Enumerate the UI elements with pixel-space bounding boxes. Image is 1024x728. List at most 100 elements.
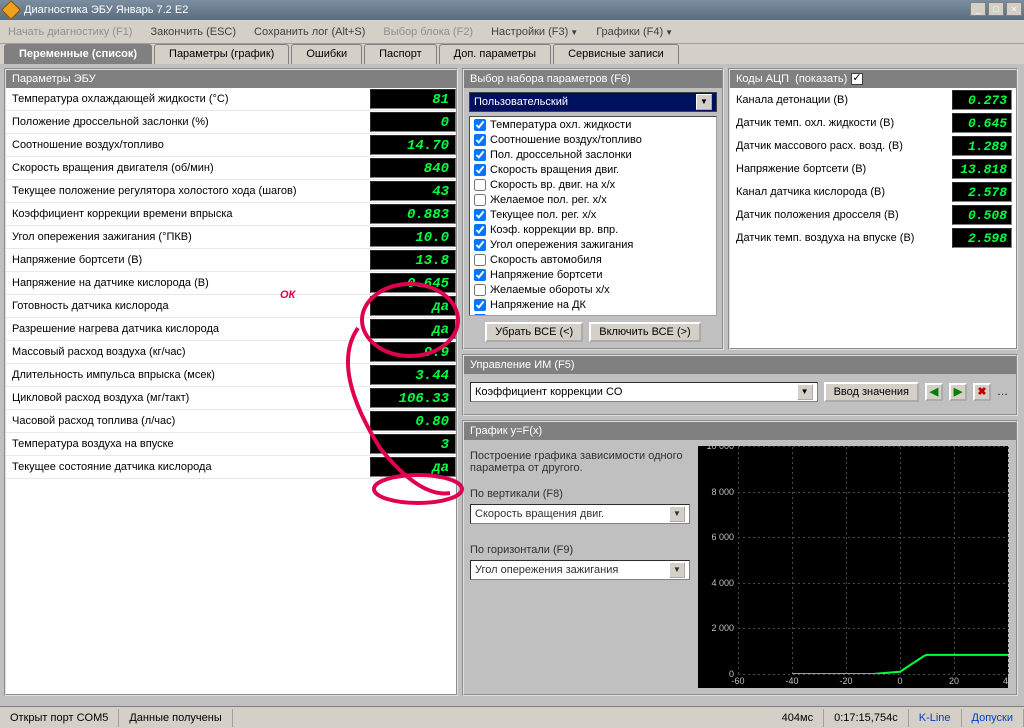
checklist-checkbox[interactable]: [474, 194, 486, 206]
adc-value: 0.508: [952, 205, 1012, 225]
adc-label: Датчик положения дросселя (В): [730, 209, 952, 221]
param-row: Цикловой расход воздуха (мг/такт)106.33: [6, 387, 456, 410]
paramset-combo[interactable]: Пользовательский ▼: [469, 92, 717, 112]
vertical-combo[interactable]: Скорость вращения двиг. ▼: [470, 504, 690, 524]
dropdown-icon[interactable]: ▼: [669, 506, 685, 522]
tab-service[interactable]: Сервисные записи: [553, 44, 679, 64]
param-label: Температура воздуха на впуске: [6, 438, 370, 450]
param-value: 10.0: [370, 227, 456, 247]
param-row: Напряжение на датчике кислорода (В)0.645: [6, 272, 456, 295]
adc-row: Датчик положения дросселя (В)0.508: [730, 203, 1016, 226]
adc-row: Напряжение бортсети (В)13.818: [730, 157, 1016, 180]
param-value: 3: [370, 434, 456, 454]
menu-save[interactable]: Сохранить лог (Alt+S): [254, 26, 365, 38]
checklist-checkbox[interactable]: [474, 179, 486, 191]
checklist-item[interactable]: Коэф. коррекции вр. впр.: [470, 222, 716, 237]
checklist-item[interactable]: Напряжение бортсети: [470, 267, 716, 282]
menu-graphs[interactable]: Графики (F4)▼: [596, 26, 673, 38]
tab-variables[interactable]: Переменные (список): [4, 44, 152, 64]
checklist-label: Желаемые обороты х/х: [490, 284, 610, 296]
dropdown-icon[interactable]: ▼: [797, 384, 813, 400]
menu-block[interactable]: Выбор блока (F2): [383, 26, 473, 38]
next-button[interactable]: ▶: [949, 383, 967, 401]
param-label: Напряжение бортсети (В): [6, 254, 370, 266]
param-label: Скорость вращения двигателя (об/мин): [6, 162, 370, 174]
adc-row: Датчик массового расх. возд. (В)1.289: [730, 134, 1016, 157]
param-value: да: [370, 296, 456, 316]
im-enter-button[interactable]: Ввод значения: [824, 382, 919, 402]
param-value: 13.8: [370, 250, 456, 270]
checklist-item[interactable]: Температура охл. жидкости: [470, 117, 716, 132]
app-icon: [1, 0, 21, 20]
horizontal-combo[interactable]: Угол опережения зажигания ▼: [470, 560, 690, 580]
checklist-checkbox[interactable]: [474, 209, 486, 221]
param-label: Соотношение воздух/топливо: [6, 139, 370, 151]
im-header: Управление ИМ (F5): [464, 356, 1016, 374]
tab-errors[interactable]: Ошибки: [291, 44, 362, 64]
status-kline[interactable]: K-Line: [909, 709, 962, 727]
param-checklist[interactable]: Температура охл. жидкостиСоотношение воз…: [469, 116, 717, 316]
minimize-button[interactable]: _: [970, 2, 986, 16]
adc-show-checkbox[interactable]: [851, 73, 863, 85]
checklist-item[interactable]: Скорость вращения двиг.: [470, 162, 716, 177]
tab-params-graph[interactable]: Параметры (график): [154, 44, 289, 64]
checklist-checkbox[interactable]: [474, 224, 486, 236]
graph-panel: График y=F(x) Построение графика зависим…: [462, 420, 1018, 696]
checklist-checkbox[interactable]: [474, 299, 486, 311]
param-label: Температура охлаждающей жидкости (°C): [6, 93, 370, 105]
checklist-checkbox[interactable]: [474, 239, 486, 251]
menu-start[interactable]: Начать диагностику (F1): [8, 26, 132, 38]
cancel-button[interactable]: ✖: [973, 383, 991, 401]
checklist-checkbox[interactable]: [474, 164, 486, 176]
checklist-item[interactable]: Скорость вр. двиг. на х/х: [470, 177, 716, 192]
clear-all-button[interactable]: Убрать ВСЕ (<): [485, 322, 583, 342]
checklist-item[interactable]: Угол опережения зажигания: [470, 237, 716, 252]
checklist-checkbox[interactable]: [474, 269, 486, 281]
param-label: Положение дроссельной заслонки (%): [6, 116, 370, 128]
menu-settings[interactable]: Настройки (F3)▼: [491, 26, 578, 38]
maximize-button[interactable]: □: [988, 2, 1004, 16]
adc-label: Напряжение бортсети (В): [730, 163, 952, 175]
menu-bar: Начать диагностику (F1) Закончить (ESC) …: [0, 20, 1024, 44]
adc-panel: Коды АЦП (показать) Канала детонации (В)…: [728, 68, 1018, 350]
param-value: 0: [370, 112, 456, 132]
chart-area: 02 0004 0006 0008 00010 000-60-40-200204…: [698, 446, 1008, 688]
tab-extra[interactable]: Доп. параметры: [439, 44, 551, 64]
tab-passport[interactable]: Паспорт: [364, 44, 437, 64]
param-label: Текущее состояние датчика кислорода: [6, 461, 370, 473]
params-panel: Параметры ЭБУ Температура охлаждающей жи…: [4, 68, 458, 696]
checklist-item[interactable]: Текущее пол. рег. х/х: [470, 207, 716, 222]
graph-description: Построение графика зависимости одного па…: [470, 450, 690, 474]
param-value: да: [370, 319, 456, 339]
checklist-checkbox[interactable]: [474, 254, 486, 266]
close-button[interactable]: ×: [1006, 2, 1022, 16]
checklist-checkbox[interactable]: [474, 284, 486, 296]
param-label: Массовый расход воздуха (кг/час): [6, 346, 370, 358]
select-all-button[interactable]: Включить ВСЕ (>): [589, 322, 700, 342]
checklist-item[interactable]: Напряжение на ДК: [470, 297, 716, 312]
checklist-checkbox[interactable]: [474, 149, 486, 161]
checklist-item[interactable]: Соотношение воздух/топливо: [470, 132, 716, 147]
checklist-checkbox[interactable]: [474, 119, 486, 131]
param-row: Коэффициент коррекции времени впрыска0.8…: [6, 203, 456, 226]
param-label: Разрешение нагрева датчика кислорода: [6, 323, 370, 335]
status-dopuski[interactable]: Допуски: [962, 709, 1024, 727]
param-row: Температура охлаждающей жидкости (°C)81: [6, 88, 456, 111]
dropdown-icon[interactable]: ▼: [669, 562, 685, 578]
param-row: Текущее положение регулятора холостого х…: [6, 180, 456, 203]
adc-value: 2.598: [952, 228, 1012, 248]
checklist-item[interactable]: Желаемые обороты х/х: [470, 282, 716, 297]
adc-row: Канала детонации (В)0.273: [730, 88, 1016, 111]
checklist-item[interactable]: Пол. дроссельной заслонки: [470, 147, 716, 162]
dropdown-icon[interactable]: ▼: [696, 94, 712, 110]
checklist-checkbox[interactable]: [474, 134, 486, 146]
checklist-label: Текущее пол. рег. х/х: [490, 209, 596, 221]
checklist-item[interactable]: Скорость автомобиля: [470, 252, 716, 267]
im-combo[interactable]: Коэффициент коррекции CO ▼: [470, 382, 818, 402]
prev-button[interactable]: ◀: [925, 383, 943, 401]
horizontal-combo-value: Угол опережения зажигания: [475, 564, 618, 576]
checklist-item[interactable]: Желаемое пол. рег. х/х: [470, 192, 716, 207]
menu-end[interactable]: Закончить (ESC): [150, 26, 236, 38]
param-row: Скорость вращения двигателя (об/мин)840: [6, 157, 456, 180]
vertical-combo-value: Скорость вращения двиг.: [475, 508, 604, 520]
